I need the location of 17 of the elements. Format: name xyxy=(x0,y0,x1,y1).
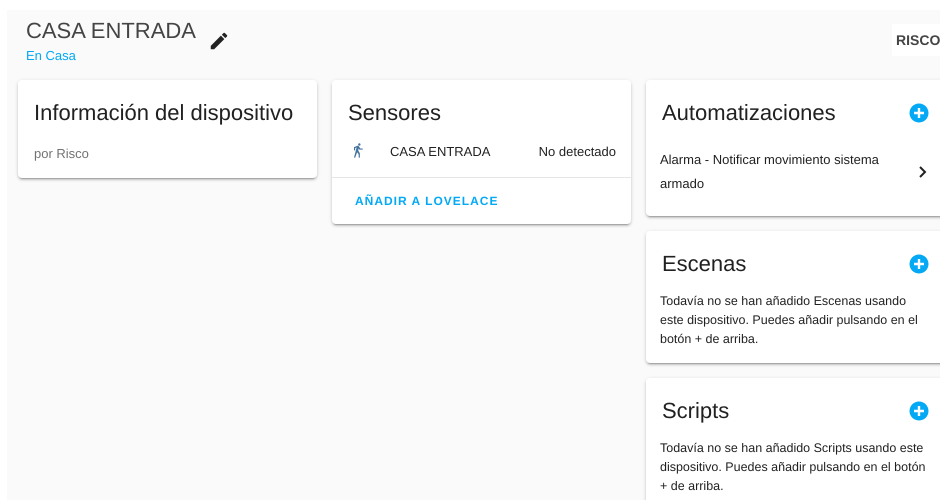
card-title: Información del dispositivo xyxy=(34,100,294,126)
card-title: Sensores xyxy=(348,100,441,126)
card-title: Automatizaciones xyxy=(662,100,836,126)
add-icon[interactable] xyxy=(909,103,929,123)
sensor-state: No detectado xyxy=(538,144,616,158)
sensor-name[interactable]: CASA ENTRADA xyxy=(390,144,539,158)
add-icon[interactable] xyxy=(909,254,929,274)
automation-item[interactable]: Alarma - Notificar movimiento sistema armado xyxy=(646,134,940,210)
empty-message: Todavía no se han añadido Escenas usando este dispositivo. Puedes añadir pulsando en el botón + de arriba. xyxy=(659,293,919,348)
chevron-right-icon xyxy=(917,165,929,179)
brand-logo: RISCO xyxy=(892,24,940,56)
device-title: CASA ENTRADA xyxy=(26,18,196,44)
card-title: Escenas xyxy=(662,251,746,277)
empty-message: Todavía no se han añadido Scripts usando este dispositivo. Puedes añadir pulsando en el botón + de arriba. xyxy=(659,440,926,495)
card-title: Scripts xyxy=(662,398,730,424)
add-icon[interactable] xyxy=(909,401,929,421)
manufacturer-text: por Risco xyxy=(33,145,90,163)
